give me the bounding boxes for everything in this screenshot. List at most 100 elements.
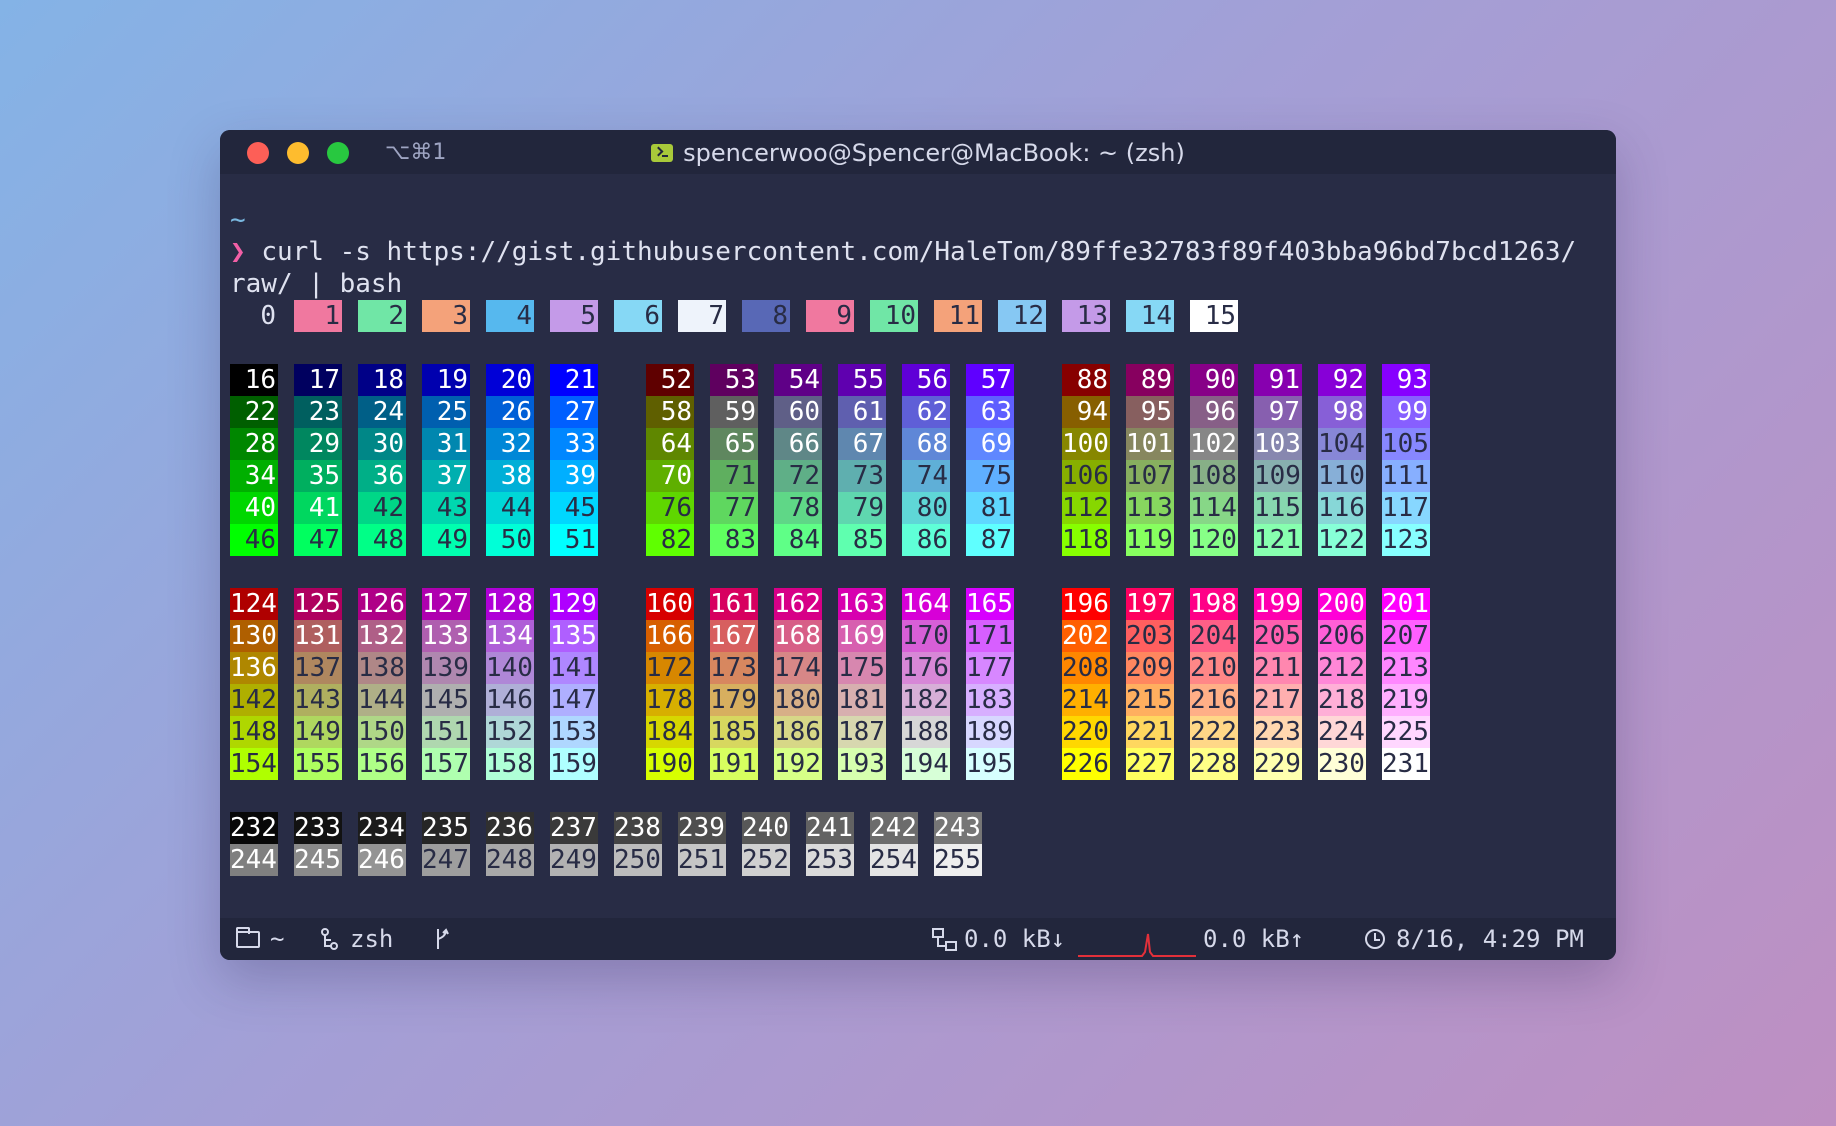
- grayscale-color-cell: 248: [486, 844, 534, 876]
- terminal-content[interactable]: ~ ❯ curl -s https://gist.githubuserconte…: [230, 174, 1606, 918]
- cube-color-cell: 179: [710, 684, 758, 716]
- ansi-color-cell: 0: [230, 300, 278, 332]
- network-sparkline: [1078, 933, 1196, 957]
- cube-color-cell: 66: [774, 428, 822, 460]
- cube-color-cell: 218: [1318, 684, 1366, 716]
- cube-color-cell: 132: [358, 620, 406, 652]
- cube-color-cell: 140: [486, 652, 534, 684]
- cube-color-cell: 43: [422, 492, 470, 524]
- terminal-window[interactable]: ⌥⌘1 spencerwoo@Spencer@MacBook: ~ (zsh) …: [220, 130, 1616, 960]
- cube-color-cell: 192: [774, 748, 822, 780]
- cube-color-cell: 76: [646, 492, 694, 524]
- cube-color-cell: 113: [1126, 492, 1174, 524]
- cube-color-cell: 136: [230, 652, 278, 684]
- cube-color-cell: 104: [1318, 428, 1366, 460]
- grayscale-color-cell: 249: [550, 844, 598, 876]
- cube-color-cell: 135: [550, 620, 598, 652]
- cube-color-cell: 20: [486, 364, 534, 396]
- cube-color-cell: 147: [550, 684, 598, 716]
- cube-color-cell: 47: [294, 524, 342, 556]
- cube-color-cell: 206: [1318, 620, 1366, 652]
- cube-color-cell: 63: [966, 396, 1014, 428]
- cube-color-cell: 90: [1190, 364, 1238, 396]
- grayscale-color-cell: 242: [870, 812, 918, 844]
- command-line: ❯ curl -s https://gist.githubusercontent…: [230, 236, 1576, 268]
- cube-color-cell: 102: [1190, 428, 1238, 460]
- cube-color-cell: 52: [646, 364, 694, 396]
- cube-color-cell: 23: [294, 396, 342, 428]
- clock-icon: [1365, 929, 1385, 949]
- cube-color-cell: 177: [966, 652, 1014, 684]
- cube-color-cell: 226: [1062, 748, 1110, 780]
- git-branch-icon: [437, 928, 449, 949]
- cube-color-cell: 139: [422, 652, 470, 684]
- cube-color-cell: 44: [486, 492, 534, 524]
- cube-color-cell: 61: [838, 396, 886, 428]
- grayscale-color-cell: 251: [678, 844, 726, 876]
- cube-color-cell: 84: [774, 524, 822, 556]
- cube-color-cell: 181: [838, 684, 886, 716]
- cube-color-cell: 149: [294, 716, 342, 748]
- ansi-color-cell: 10: [870, 300, 918, 332]
- cube-color-cell: 150: [358, 716, 406, 748]
- cube-color-cell: 137: [294, 652, 342, 684]
- cube-color-cell: 115: [1254, 492, 1302, 524]
- cube-color-cell: 214: [1062, 684, 1110, 716]
- cube-color-cell: 202: [1062, 620, 1110, 652]
- title-bar[interactable]: ⌥⌘1 spencerwoo@Spencer@MacBook: ~ (zsh): [220, 130, 1616, 174]
- cube-color-cell: 112: [1062, 492, 1110, 524]
- cube-color-cell: 124: [230, 588, 278, 620]
- cube-color-cell: 111: [1382, 460, 1430, 492]
- cube-color-cell: 82: [646, 524, 694, 556]
- cube-color-cell: 83: [710, 524, 758, 556]
- cube-color-cell: 68: [902, 428, 950, 460]
- cube-color-cell: 117: [1382, 492, 1430, 524]
- cube-color-cell: 74: [902, 460, 950, 492]
- grayscale-color-cell: 255: [934, 844, 982, 876]
- cube-color-cell: 87: [966, 524, 1014, 556]
- cube-color-cell: 99: [1382, 396, 1430, 428]
- cube-color-cell: 207: [1382, 620, 1430, 652]
- cube-color-cell: 81: [966, 492, 1014, 524]
- cube-color-cell: 197: [1126, 588, 1174, 620]
- cube-color-cell: 168: [774, 620, 822, 652]
- cube-color-cell: 127: [422, 588, 470, 620]
- grayscale-color-cell: 252: [742, 844, 790, 876]
- grayscale-color-cell: 236: [486, 812, 534, 844]
- cube-color-cell: 97: [1254, 396, 1302, 428]
- cube-color-cell: 21: [550, 364, 598, 396]
- cube-color-cell: 19: [422, 364, 470, 396]
- status-shell: zsh: [350, 925, 394, 953]
- cube-color-cell: 71: [710, 460, 758, 492]
- cube-color-cell: 37: [422, 460, 470, 492]
- cwd-line: ~: [230, 204, 246, 236]
- cube-color-cell: 189: [966, 716, 1014, 748]
- cube-color-cell: 186: [774, 716, 822, 748]
- cube-color-cell: 29: [294, 428, 342, 460]
- cube-color-cell: 193: [838, 748, 886, 780]
- cube-color-cell: 138: [358, 652, 406, 684]
- cube-color-cell: 16: [230, 364, 278, 396]
- cube-color-cell: 167: [710, 620, 758, 652]
- cube-color-cell: 144: [358, 684, 406, 716]
- grayscale-color-cell: 247: [422, 844, 470, 876]
- cube-color-cell: 190: [646, 748, 694, 780]
- cube-color-cell: 148: [230, 716, 278, 748]
- cube-color-cell: 85: [838, 524, 886, 556]
- cube-color-cell: 176: [902, 652, 950, 684]
- cube-color-cell: 56: [902, 364, 950, 396]
- process-tree-icon: [321, 928, 338, 950]
- grayscale-color-cell: 250: [614, 844, 662, 876]
- cube-color-cell: 178: [646, 684, 694, 716]
- cube-color-cell: 62: [902, 396, 950, 428]
- cwd-text: ~: [230, 205, 246, 235]
- cube-color-cell: 185: [710, 716, 758, 748]
- cube-color-cell: 216: [1190, 684, 1238, 716]
- cube-color-cell: 131: [294, 620, 342, 652]
- cube-color-cell: 75: [966, 460, 1014, 492]
- ansi-color-cell: 9: [806, 300, 854, 332]
- window-title-container: spencerwoo@Spencer@MacBook: ~ (zsh): [220, 139, 1616, 167]
- ansi-color-cell: 15: [1190, 300, 1238, 332]
- cube-color-cell: 40: [230, 492, 278, 524]
- cube-color-cell: 141: [550, 652, 598, 684]
